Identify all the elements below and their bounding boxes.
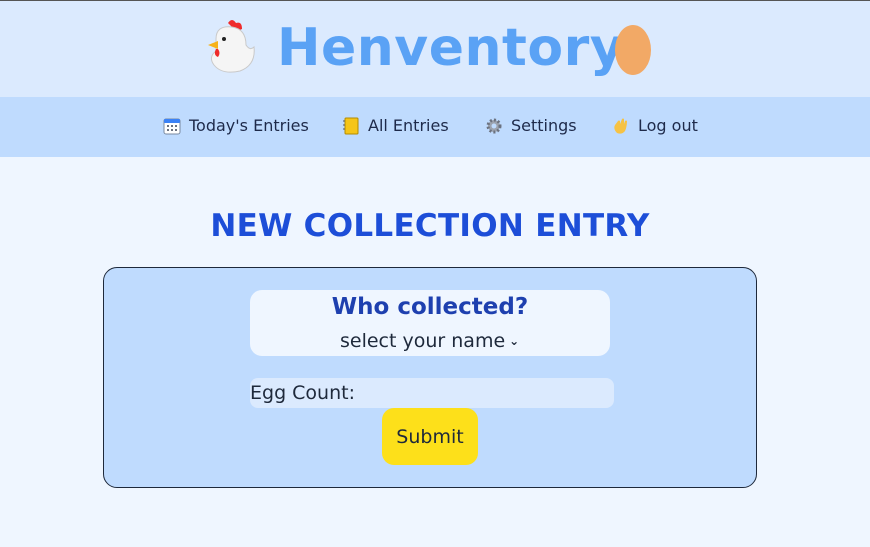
nav-bar: Today's Entries All Entries Settings Log… (0, 97, 870, 157)
notebook-icon (343, 117, 359, 134)
egg-count-row: Egg Count: (250, 378, 614, 408)
nav-item-log-out[interactable]: Log out (612, 116, 698, 135)
chicken-icon (208, 20, 255, 73)
submit-button[interactable]: Submit (382, 408, 478, 465)
nav-item-todays-entries[interactable]: Today's Entries (163, 116, 309, 135)
header: Henventory (0, 1, 870, 97)
egg-count-input[interactable] (354, 378, 614, 408)
collector-name-select[interactable]: select your name ⌄ (340, 330, 519, 352)
nav-label-all-entries: All Entries (368, 116, 449, 135)
entry-form-card: Who collected? select your name ⌄ Egg Co… (103, 267, 757, 488)
calendar-icon (163, 118, 181, 134)
gear-icon (486, 118, 502, 133)
nav-label-log-out: Log out (638, 116, 698, 135)
who-collected-heading: Who collected? (331, 294, 529, 320)
collector-select-value: select your name (340, 330, 506, 352)
waving-hand-icon (614, 118, 627, 134)
app-title: Henventory (277, 18, 625, 78)
nav-item-all-entries[interactable]: All Entries (342, 116, 449, 135)
nav-label-settings: Settings (511, 116, 577, 135)
nav-label-todays-entries: Today's Entries (189, 116, 309, 135)
page-title: NEW COLLECTION ENTRY (210, 208, 650, 244)
nav-item-settings[interactable]: Settings (485, 116, 577, 135)
who-collected-group: Who collected? select your name ⌄ (250, 290, 610, 356)
chevron-down-icon: ⌄ (509, 334, 520, 348)
egg-count-label: Egg Count: (250, 382, 355, 404)
egg-icon (615, 25, 651, 75)
